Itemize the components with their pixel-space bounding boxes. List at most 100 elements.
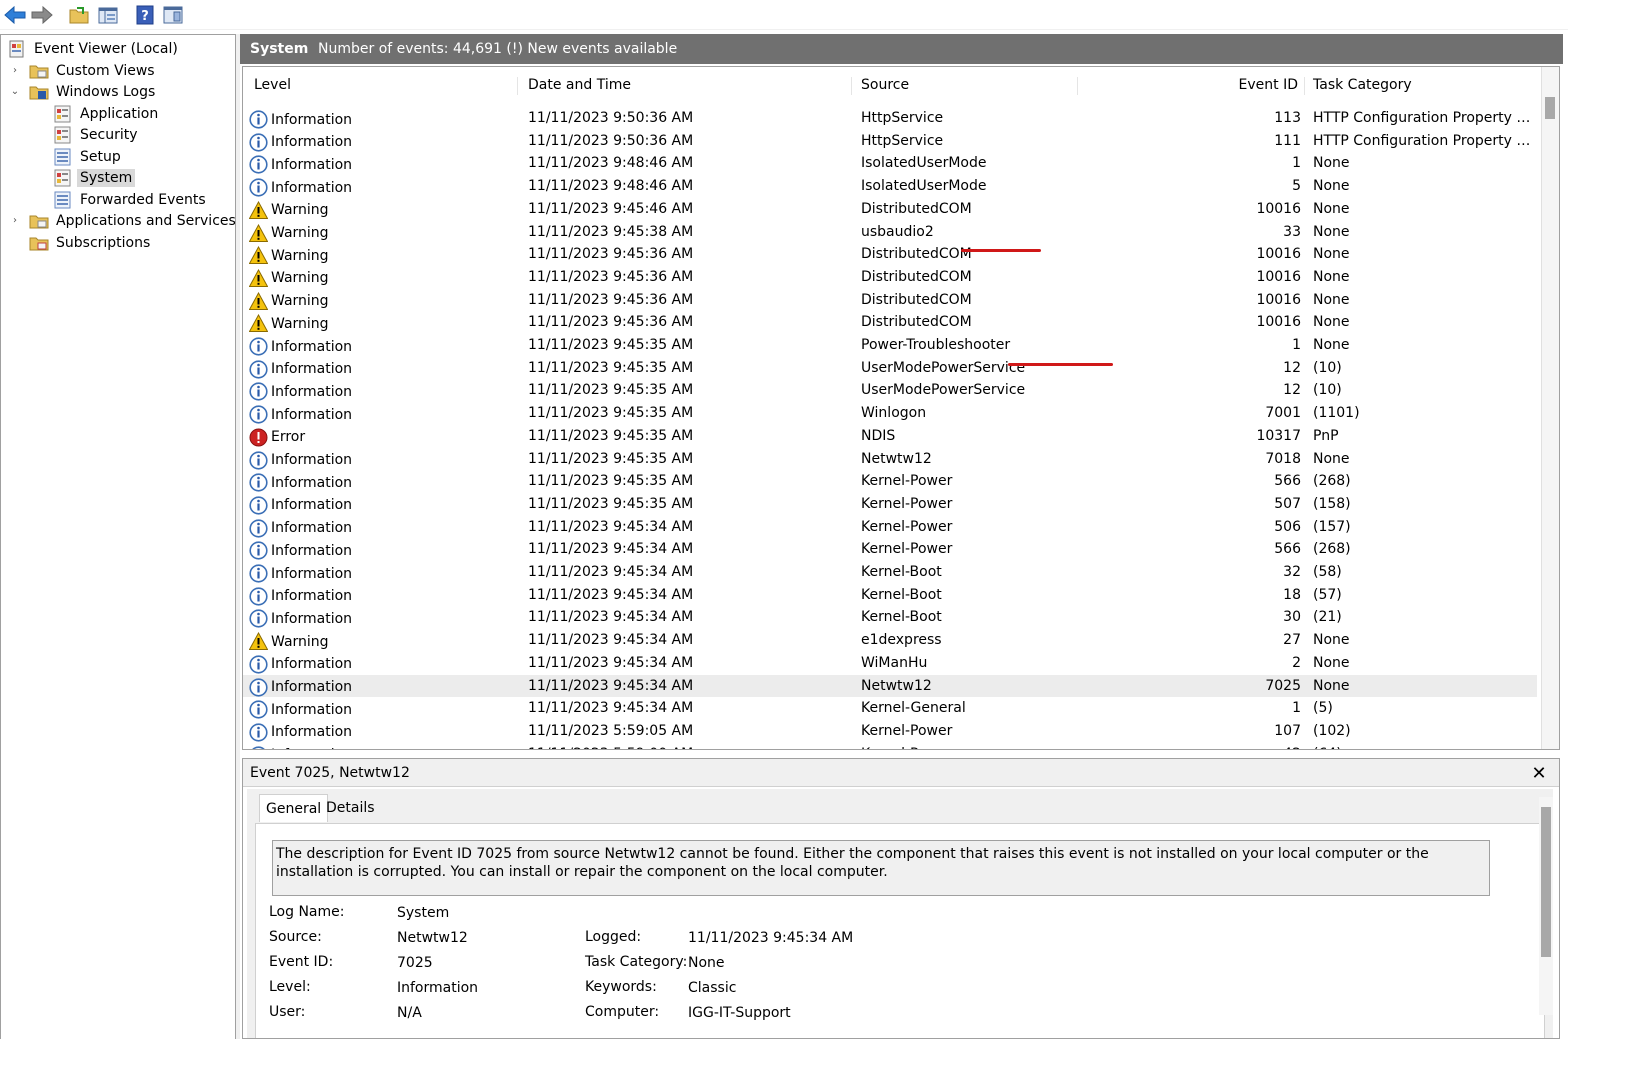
information-icon (249, 541, 268, 560)
table-row[interactable]: Information 11/11/2023 9:45:34 AM Kernel-B… (243, 561, 1537, 584)
column-header-event-id[interactable]: Event ID (1079, 77, 1305, 95)
event-id-cell: 18 (1283, 586, 1301, 603)
level-cell: Warning (249, 246, 519, 265)
information-icon (249, 337, 268, 356)
table-row[interactable]: Warning 11/11/2023 9:45:36 AM DistributedC… (243, 243, 1537, 266)
expand-chevron-icon[interactable]: › (9, 210, 21, 231)
table-row[interactable]: Warning 11/11/2023 9:45:46 AM DistributedC… (243, 198, 1537, 221)
computer-value[interactable]: IGG-IT-Support (688, 1005, 791, 1021)
level-value[interactable]: Information (397, 980, 478, 996)
table-row[interactable]: Information 11/11/2023 9:45:35 AM Power-Tr… (243, 334, 1537, 357)
tree-item-system[interactable]: System (53, 167, 136, 188)
properties-icon[interactable] (95, 2, 121, 28)
table-row[interactable]: Information 11/11/2023 9:45:34 AM Netwtw12… (243, 674, 1537, 698)
back-arrow-icon[interactable] (2, 2, 28, 28)
task-category-cell: None (1313, 450, 1350, 467)
source-cell: Kernel-Power (861, 722, 953, 739)
help-icon[interactable]: ? (132, 2, 158, 28)
column-header-level[interactable]: Level (246, 77, 518, 95)
table-row[interactable]: Information 11/11/2023 9:48:46 AM Isolated… (243, 152, 1537, 175)
information-icon (249, 155, 268, 174)
close-icon[interactable]: ✕ (1529, 763, 1549, 784)
information-icon (249, 360, 268, 379)
table-row[interactable]: Information 11/11/2023 9:45:34 AM Kernel-P… (243, 538, 1537, 561)
event-description[interactable]: The description for Event ID 7025 from s… (272, 840, 1490, 896)
tree-item-application[interactable]: Application (53, 103, 161, 124)
logged-value[interactable]: 11/11/2023 9:45:34 AM (688, 930, 853, 946)
level-cell: Information (249, 382, 519, 401)
table-row[interactable]: Information 11/11/2023 9:45:34 AM Kernel-G… (243, 697, 1537, 720)
table-row[interactable]: Warning 11/11/2023 9:45:36 AM DistributedC… (243, 266, 1537, 289)
table-row[interactable]: Information 11/11/2023 9:45:35 AM Kernel-P… (243, 493, 1537, 516)
scrollbar-thumb[interactable] (1545, 97, 1555, 119)
tree-item-custom-views[interactable]: Custom Views (29, 60, 158, 81)
event-viewer-icon (9, 40, 24, 57)
scrollbar-thumb[interactable] (1541, 807, 1551, 957)
table-row[interactable]: Information 11/11/2023 9:45:34 AM Kernel-B… (243, 584, 1537, 607)
table-row[interactable]: Information 11/11/2023 5:59:05 AM Kernel-P… (243, 720, 1537, 743)
level-text: Information (271, 406, 353, 423)
vertical-scrollbar[interactable] (1541, 67, 1559, 749)
information-icon (249, 518, 268, 538)
main-pane: System Number of events: 44,691 (!) New … (240, 34, 1563, 1039)
level-cell: Information (249, 337, 519, 356)
table-row[interactable]: Information 11/11/2023 9:45:34 AM Kernel-B… (243, 606, 1537, 629)
level-cell: Information (249, 609, 519, 628)
level-cell: Warning (249, 632, 519, 651)
information-icon (249, 133, 268, 152)
event-id-value[interactable]: 7025 (397, 955, 433, 971)
tree-item-event-viewer-local[interactable]: Event Viewer (Local) (7, 38, 181, 59)
level-text: Information (271, 497, 353, 514)
column-header-task-category[interactable]: Task Category (1305, 77, 1535, 95)
level-text: Information (271, 338, 353, 355)
table-row[interactable]: Information 11/11/2023 9:45:35 AM UserMode… (243, 357, 1537, 380)
table-row[interactable]: Information 11/11/2023 9:45:35 AM Netwtw12… (243, 448, 1537, 471)
keywords-value[interactable]: Classic (688, 980, 736, 996)
table-row[interactable]: Information 11/11/2023 9:50:36 AM HttpServ… (243, 107, 1537, 130)
source-value[interactable]: Netwtw12 (397, 930, 468, 946)
level-text: Warning (271, 633, 329, 650)
tree-item-setup[interactable]: Setup (53, 146, 124, 167)
open-folder-icon[interactable] (66, 2, 92, 28)
user-value[interactable]: N/A (397, 1005, 422, 1021)
column-header-date[interactable]: Date and Time (520, 77, 852, 95)
column-header-source[interactable]: Source (853, 77, 1078, 95)
tab-details[interactable]: Details (320, 794, 381, 822)
task-category-cell: (10) (1313, 382, 1342, 399)
table-row[interactable]: Warning 11/11/2023 9:45:36 AM DistributedC… (243, 289, 1537, 312)
source-cell: Netwtw12 (861, 677, 932, 694)
tree-item-security[interactable]: Security (53, 124, 141, 145)
task-category-cell: (157) (1313, 518, 1351, 535)
table-row[interactable]: Information 11/11/2023 9:50:36 AM HttpServ… (243, 130, 1537, 153)
level-cell: Information (249, 541, 519, 560)
show-hide-pane-icon[interactable] (160, 2, 186, 28)
table-row[interactable]: Warning 11/11/2023 9:45:38 AM usbaudio2 33 N… (243, 221, 1537, 244)
table-row[interactable]: Warning 11/11/2023 9:45:34 AM e1dexpress 27… (243, 629, 1537, 652)
table-row[interactable]: Information 11/11/2023 9:45:34 AM WiManHu 2… (243, 652, 1537, 675)
tree-item-applications-and-services[interactable]: Applications and Services Logs (29, 210, 235, 231)
collapse-chevron-icon[interactable]: ⌄ (9, 81, 21, 102)
tree-item-forwarded-events[interactable]: Forwarded Events (53, 189, 209, 210)
date-cell: 11/11/2023 9:45:35 AM (528, 359, 694, 376)
table-row[interactable]: Information 11/11/2023 9:48:46 AM Isolated… (243, 175, 1537, 198)
table-row[interactable]: Information 11/11/2023 9:45:34 AM Kernel-P… (243, 516, 1537, 539)
forward-arrow-icon[interactable] (29, 2, 55, 28)
table-row[interactable]: Warning 11/11/2023 9:45:36 AM DistributedC… (243, 311, 1537, 334)
table-row[interactable]: Error 11/11/2023 9:45:35 AM NDIS 10317 PnP (243, 425, 1537, 448)
tab-general[interactable]: General (259, 794, 329, 822)
source-cell: Kernel-Power (861, 495, 953, 512)
table-row[interactable]: Information 11/11/2023 9:45:35 AM Winlogon… (243, 402, 1537, 425)
event-count: Number of events: 44,691 (!) New events … (318, 41, 678, 57)
expand-chevron-icon[interactable]: › (9, 60, 21, 81)
event-id-cell: 33 (1283, 223, 1301, 240)
table-row[interactable]: Information 11/11/2023 5:59:00 AM Kernel-P… (243, 743, 1537, 749)
tree-item-subscriptions[interactable]: Subscriptions (29, 232, 153, 253)
table-row[interactable]: Information 11/11/2023 9:45:35 AM Kernel-P… (243, 470, 1537, 493)
table-row[interactable]: Information 11/11/2023 9:45:35 AM UserMode… (243, 379, 1537, 402)
tree-item-windows-logs[interactable]: Windows Logs (29, 81, 158, 102)
log-name-value[interactable]: System (397, 905, 449, 921)
details-vertical-scrollbar[interactable] (1539, 797, 1553, 1015)
task-category-cell: None (1313, 200, 1350, 217)
task-category-value[interactable]: None (688, 955, 725, 971)
date-cell: 11/11/2023 9:45:34 AM (528, 677, 694, 694)
